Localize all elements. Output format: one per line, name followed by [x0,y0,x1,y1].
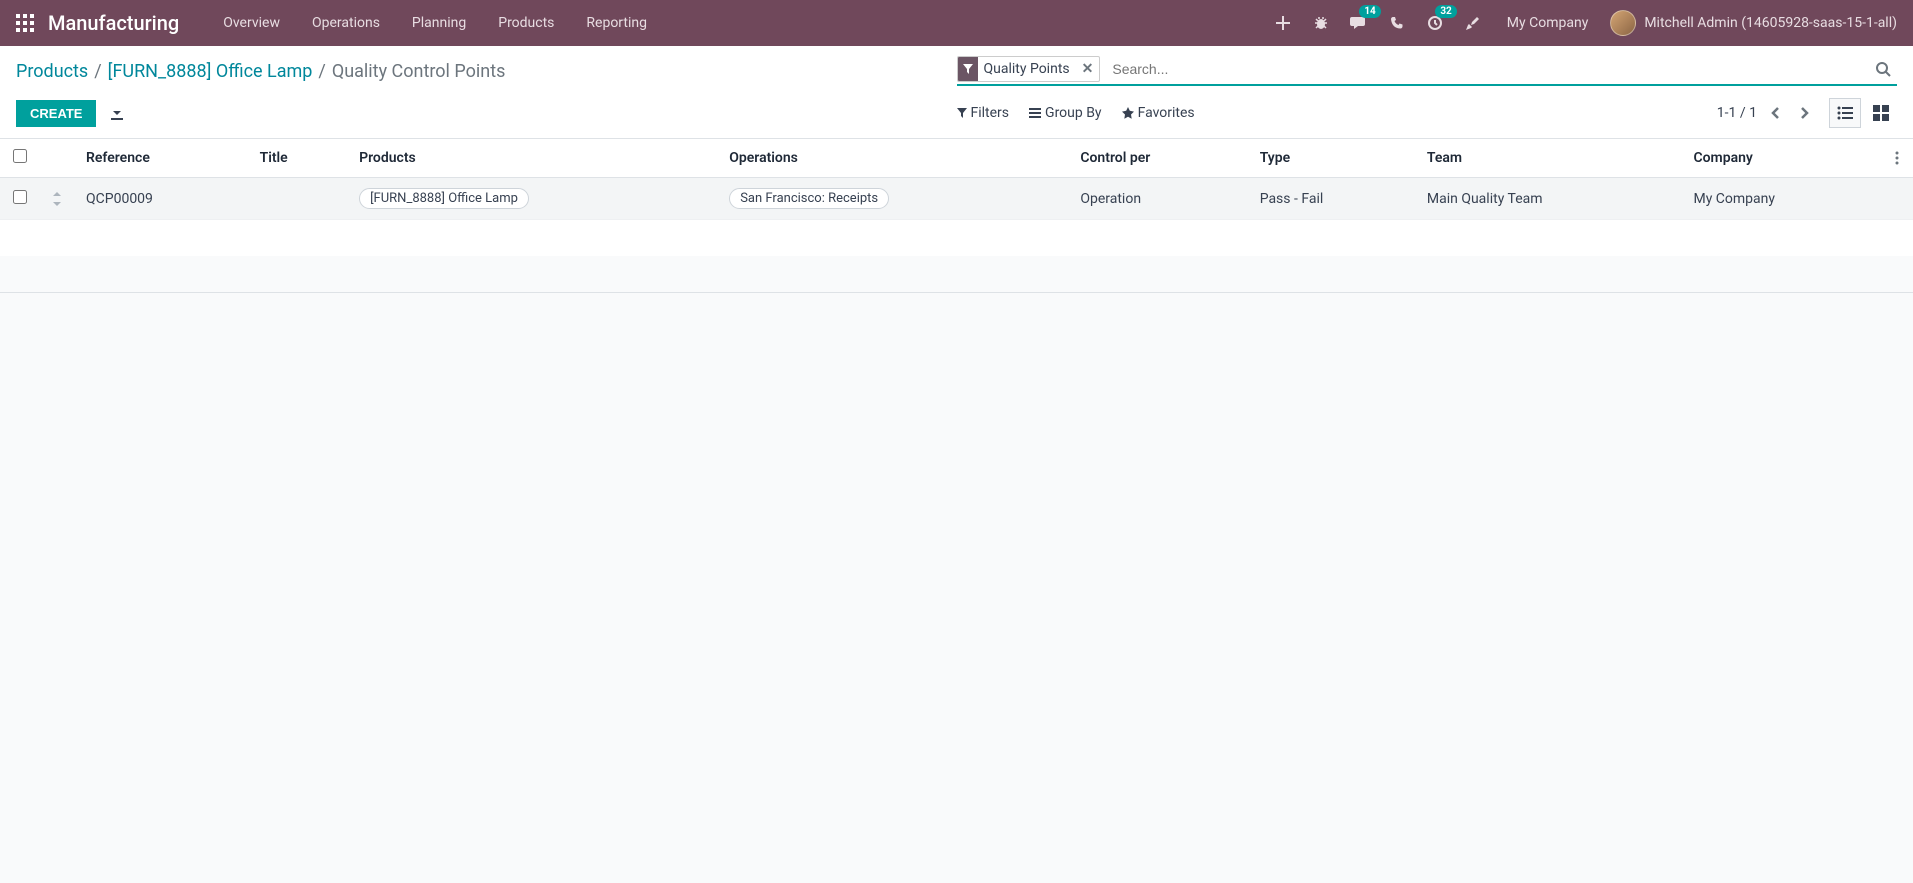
download-icon[interactable] [110,106,124,120]
facet-remove[interactable]: ✕ [1076,61,1100,77]
search-icon[interactable] [1869,61,1897,77]
search-area: Quality Points ✕ [957,56,1898,86]
table-footer-row [0,220,1913,256]
cell-control-per: Operation [1068,178,1247,220]
col-options[interactable] [1883,139,1913,178]
main-menu: Overview Operations Planning Products Re… [207,0,663,46]
menu-reporting[interactable]: Reporting [570,0,663,46]
cell-team: Main Quality Team [1415,178,1682,220]
col-control-per[interactable]: Control per [1068,139,1247,178]
breadcrumb: Products / [FURN_8888] Office Lamp / Qua… [16,61,505,82]
menu-overview[interactable]: Overview [207,0,296,46]
apps-icon[interactable] [16,14,34,32]
col-team[interactable]: Team [1415,139,1682,178]
filters-label: Filters [971,105,1010,121]
create-button[interactable]: CREATE [16,100,96,127]
col-operations[interactable]: Operations [717,139,1068,178]
menu-planning[interactable]: Planning [396,0,482,46]
app-brand[interactable]: Manufacturing [48,11,179,35]
list-view: Reference Title Products Operations Cont… [0,139,1913,256]
data-table: Reference Title Products Operations Cont… [0,139,1913,256]
messaging-icon[interactable]: 14 [1347,11,1371,35]
bug-icon[interactable] [1309,11,1333,35]
messaging-badge: 14 [1359,5,1380,18]
search-facet: Quality Points ✕ [957,56,1101,82]
handle-header [40,139,74,178]
row-select-cell [0,178,40,220]
company-selector[interactable]: My Company [1499,15,1597,31]
breadcrumb-sep: / [94,61,101,82]
menu-operations[interactable]: Operations [296,0,396,46]
favorites-label: Favorites [1138,105,1195,121]
activities-badge: 32 [1435,5,1456,18]
pager-next[interactable] [1795,102,1813,124]
filter-icon [958,57,978,81]
col-reference[interactable]: Reference [74,139,248,178]
cell-operations: San Francisco: Receipts [717,178,1068,220]
list-view-button[interactable] [1829,98,1861,128]
plus-icon[interactable] [1271,11,1295,35]
filters-button[interactable]: Filters [957,105,1010,121]
col-products[interactable]: Products [347,139,717,178]
breadcrumb-sep: / [318,61,325,82]
cell-products: [FURN_8888] Office Lamp [347,178,717,220]
cell-company: My Company [1681,178,1883,220]
col-company[interactable]: Company [1681,139,1883,178]
product-tag[interactable]: [FURN_8888] Office Lamp [359,188,529,209]
select-all-cell [0,139,40,178]
main-navbar: Manufacturing Overview Operations Planni… [0,0,1913,46]
kanban-view-button[interactable] [1865,98,1897,128]
cell-reference: QCP00009 [74,178,248,220]
phone-icon[interactable] [1385,11,1409,35]
row-checkbox[interactable] [13,190,27,204]
cell-options [1883,178,1913,220]
menu-products[interactable]: Products [482,0,570,46]
operation-tag[interactable]: San Francisco: Receipts [729,188,889,209]
facet-label: Quality Points [978,61,1076,77]
pager-range[interactable]: 1-1 / 1 [1717,105,1757,121]
table-header-row: Reference Title Products Operations Cont… [0,139,1913,178]
cell-type: Pass - Fail [1248,178,1415,220]
breadcrumb-products[interactable]: Products [16,61,88,82]
table-row[interactable]: QCP00009 [FURN_8888] Office Lamp San Fra… [0,178,1913,220]
tools-icon[interactable] [1461,11,1485,35]
cell-title [248,178,348,220]
search-input[interactable] [1106,57,1869,81]
navbar-right: 14 32 My Company Mitchell Admin (1460592… [1271,10,1897,36]
avatar [1610,10,1636,36]
breadcrumb-current: Quality Control Points [332,61,506,82]
col-title[interactable]: Title [248,139,348,178]
favorites-button[interactable]: Favorites [1122,105,1195,121]
activities-icon[interactable]: 32 [1423,11,1447,35]
pager-prev[interactable] [1767,102,1785,124]
control-panel: Products / [FURN_8888] Office Lamp / Qua… [0,46,1913,139]
col-type[interactable]: Type [1248,139,1415,178]
username: Mitchell Admin (14605928-saas-15-1-all) [1644,15,1897,31]
groupby-button[interactable]: Group By [1029,105,1102,121]
pager: 1-1 / 1 [1717,102,1813,124]
search-options: Filters Group By Favorites [957,105,1195,121]
breadcrumb-product[interactable]: [FURN_8888] Office Lamp [108,61,313,82]
select-all-checkbox[interactable] [13,149,27,163]
groupby-label: Group By [1045,105,1102,121]
user-menu[interactable]: Mitchell Admin (14605928-saas-15-1-all) [1610,10,1897,36]
view-switcher [1829,98,1897,128]
row-handle[interactable] [40,178,74,220]
